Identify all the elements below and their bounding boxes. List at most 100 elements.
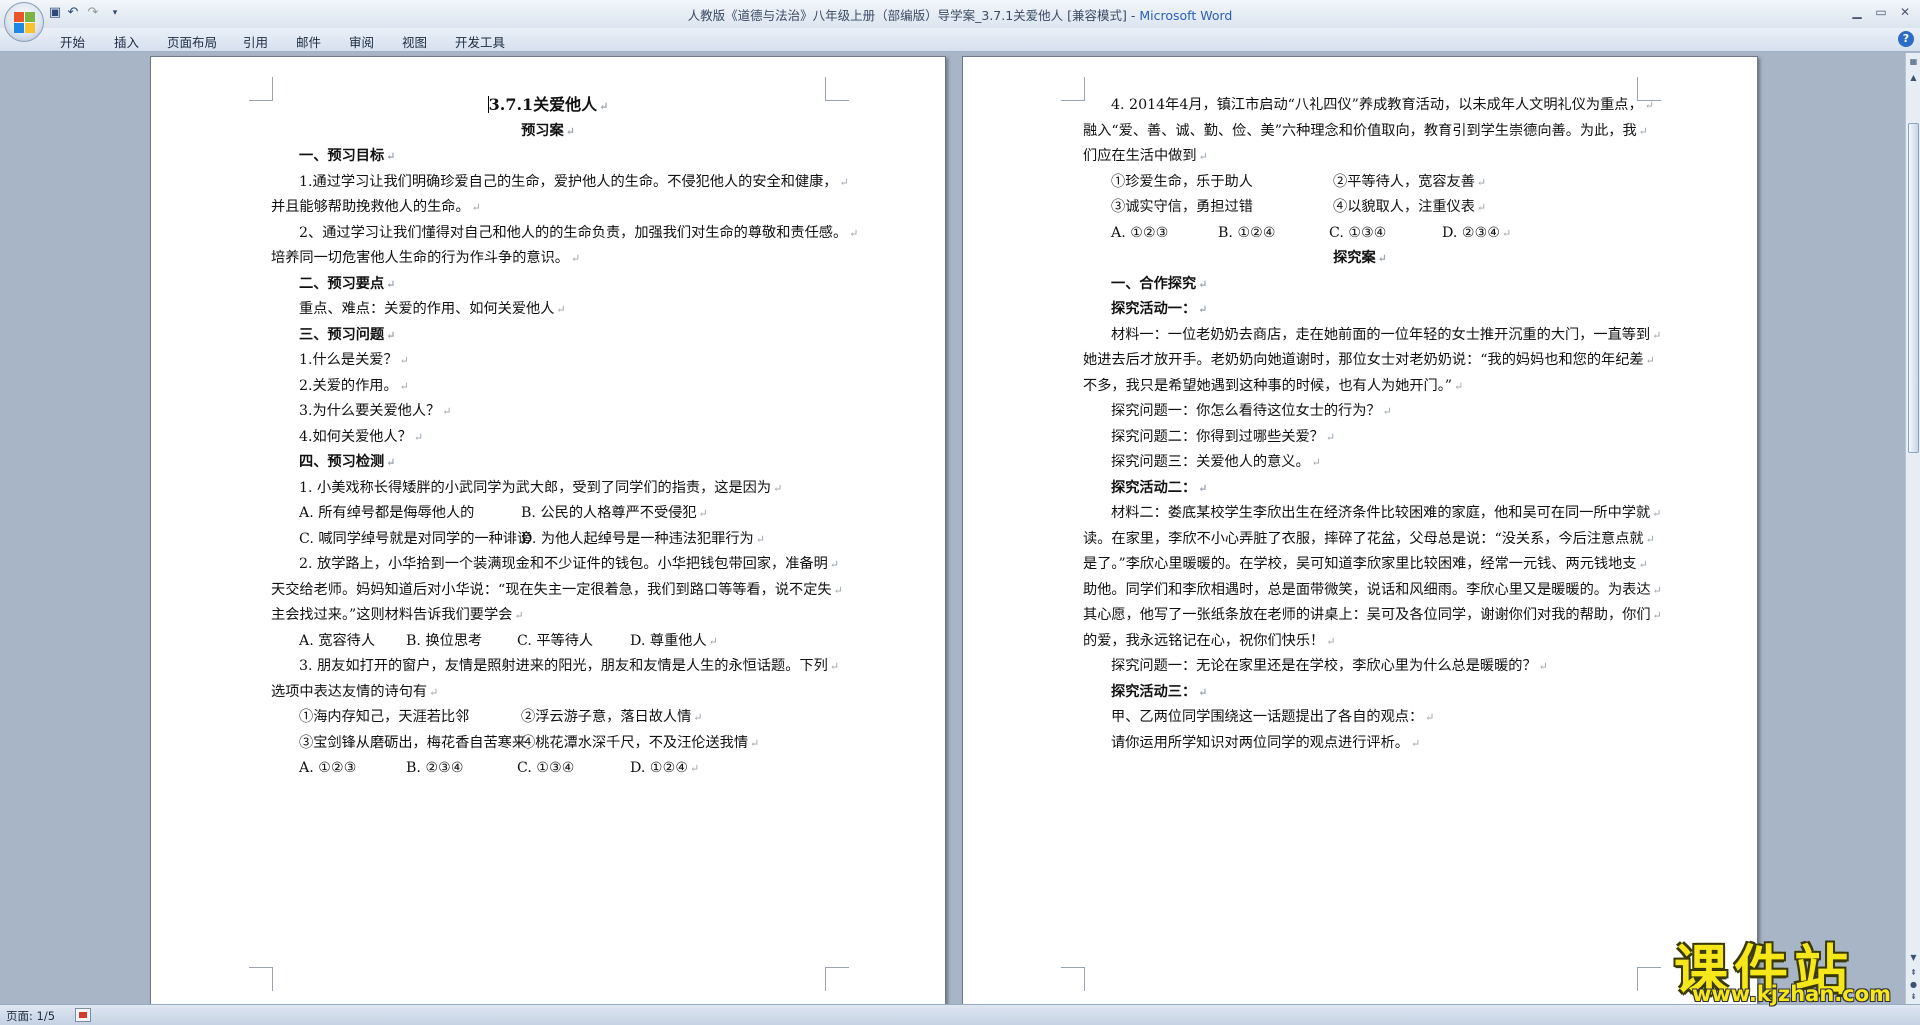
text-line: 3. 朋友如打开的窗户，友情是照射进来的阳光，朋友和友情是人生的永恒话题。下列 ↵	[299, 657, 839, 676]
document-page-1[interactable]: 3.7.1关爱他人 ↵ 预习案 ↵ 一、预习目标 ↵ 1.通过学习让我们明确珍爱自己的生命，…	[150, 56, 946, 1004]
line-text: 3. 朋友如打开的窗户，友情是照射进来的阳光，朋友和友情是人生的永恒话题。下列	[299, 658, 828, 674]
text-line: 4. 2014年4月，镇江市启动“八礼四仪”养成教育活动，以未成年人文明礼仪为重…	[1111, 96, 1654, 115]
paragraph-mark: ↵	[514, 609, 524, 622]
paragraph-mark: ↵	[1502, 226, 1512, 240]
line-text: 探究案	[1333, 250, 1376, 266]
paragraph-mark: ↵	[1198, 150, 1208, 163]
text-line: 其心愿，他写了一张纸条放在老师的讲桌上：吴可及各位同学，谢谢你们对我的帮助，你们…	[1083, 606, 1662, 625]
section-heading: 探究活动三： ↵	[1111, 683, 1207, 702]
tab-insert[interactable]: 插入	[114, 32, 139, 51]
close-icon[interactable]: ✕	[1894, 3, 1916, 21]
paragraph-mark: ↵	[1198, 277, 1208, 291]
text-line: 重点、难点：关爱的作用、如何关爱他人 ↵	[299, 300, 566, 319]
line-text: 二、预习要点	[299, 275, 385, 292]
option-label: B. ②③④	[406, 760, 464, 776]
section-heading: 探究活动二： ↵	[1111, 479, 1207, 498]
paragraph-mark: ↵	[442, 405, 452, 418]
text-line: 融入“爱、善、诚、勤、俭、美”六种理念和价值取向，教育引到学生崇德向善。为此，我…	[1083, 122, 1648, 141]
option-label: B. ①②④	[1218, 224, 1276, 241]
text-line: 1.什么是关爱？ ↵	[299, 351, 409, 370]
line-text: 探究问题一：你怎么看待这位女士的行为？	[1111, 403, 1381, 419]
line-text: 探究问题二：你得到过哪些关爱？	[1111, 428, 1324, 445]
tab-references[interactable]: 引用	[243, 32, 268, 51]
tab-review[interactable]: 审阅	[349, 32, 374, 51]
paragraph-mark: ↵	[1638, 558, 1648, 571]
option-text: C. 平等待人	[517, 632, 593, 650]
site-watermark: 课件站 www.kjzhan.com	[1670, 926, 1920, 1006]
paragraph-mark: ↵	[399, 379, 409, 393]
paragraph-mark: ↵	[1198, 685, 1208, 699]
paragraph-mark: ↵	[1198, 481, 1208, 495]
minimize-icon[interactable]: ▁	[1846, 3, 1868, 21]
line-text: 1.通过学习让我们明确珍爱自己的生命，爱护他人的生命。不侵犯他人的安全和健康，	[299, 173, 838, 190]
paragraph-mark: ↵	[1538, 660, 1548, 673]
option-label: ①海内存知己，天涯若比邻	[299, 709, 470, 725]
line-text: 其心愿，他写了一张纸条放在老师的讲桌上：吴可及各位同学，谢谢你们对我的帮助，你们	[1083, 607, 1651, 623]
document-area[interactable]: 3.7.1关爱他人 ↵ 预习案 ↵ 一、预习目标 ↵ 1.通过学习让我们明确珍爱自己的生命，…	[0, 53, 1905, 1004]
tab-view[interactable]: 视图	[402, 32, 427, 51]
ruler-toggle-icon[interactable]: ▦	[1907, 55, 1920, 68]
maximize-icon[interactable]: ▭	[1870, 3, 1892, 21]
text-line: 甲、乙两位同学围绕这一话题提出了各自的观点： ↵	[1111, 708, 1434, 727]
section-title: 探究案 ↵	[963, 249, 1757, 268]
paragraph-mark: ↵	[1410, 736, 1421, 750]
line-text: 1.什么是关爱？	[299, 352, 398, 368]
scrollbar-thumb[interactable]	[1908, 123, 1919, 453]
option-label: ①珍爱生命，乐于助人	[1111, 173, 1253, 190]
crop-mark	[1061, 967, 1085, 991]
line-text: 选项中表达友情的诗句有	[271, 683, 428, 700]
paragraph-mark: ↵	[693, 711, 703, 724]
paragraph-mark: ↵	[1644, 99, 1654, 112]
option-text: D. 尊重他人 ↵	[630, 632, 718, 651]
option-text: B. 公民的人格尊严不受侵犯 ↵	[521, 504, 708, 523]
option-text: A. 宽容待人	[299, 632, 375, 650]
line-text: 探究活动三：	[1111, 683, 1197, 700]
option-text: C. ①③④	[1329, 224, 1387, 242]
text-line: 主会找过来。”这则材料告诉我们要学会 ↵	[271, 606, 524, 625]
option-text: A. 所有绰号都是侮辱他人的	[299, 504, 474, 522]
tab-developer[interactable]: 开发工具	[455, 32, 505, 51]
line-text: 们应在生活中做到	[1083, 148, 1197, 164]
vertical-scrollbar[interactable]: ▦ ▲ ▼ ⇞ ● ⇟	[1905, 53, 1920, 1004]
option-text: D. ②③④ ↵	[1442, 224, 1511, 243]
text-line: 材料一：一位老奶奶去商店，走在她前面的一位年轻的女士推开沉重的大门，一直等到 ↵	[1111, 326, 1661, 345]
text-line: 助他。同学们和李欣相遇时，总是面带微笑，说话和风细雨。李欣心里又是暖暖的。为表达…	[1083, 581, 1662, 600]
document-title: 3.7.1关爱他人 ↵	[151, 96, 945, 116]
page-indicator[interactable]: 页面: 1/5	[6, 1008, 55, 1024]
option-label: ②平等待人，宽容友善	[1333, 173, 1475, 190]
option-text: A. ①②③	[299, 759, 356, 777]
paragraph-mark: ↵	[829, 558, 840, 571]
help-icon[interactable]: ?	[1898, 31, 1914, 47]
tab-mailings[interactable]: 邮件	[296, 32, 321, 51]
paragraph-mark: ↵	[839, 175, 849, 189]
paragraph-mark: ↵	[1326, 634, 1336, 648]
paragraph-mark: ↵	[399, 354, 409, 367]
text-line: 她进去后才放开手。老奶奶向她道谢时，那位女士对老奶奶说：“我的妈妈也和您的年纪差…	[1083, 351, 1655, 370]
paragraph-mark: ↵	[1476, 201, 1487, 214]
option-text: D. 为他人起绰号是一种违法犯罪行为 ↵	[521, 530, 765, 549]
option-label: A. 宽容待人	[299, 632, 376, 649]
line-text: 融入“爱、善、诚、勤、俭、美”六种理念和价值取向，教育引到学生崇德向善。为此，我	[1083, 122, 1637, 139]
document-page-2[interactable]: 4. 2014年4月，镇江市启动“八礼四仪”养成教育活动，以未成年人文明礼仪为重…	[962, 56, 1758, 1004]
option-text: B. 换位思考	[406, 632, 482, 650]
paragraph-mark: ↵	[1425, 711, 1435, 724]
paragraph-mark: ↵	[1652, 328, 1662, 342]
paragraph-mark: ↵	[556, 303, 566, 316]
macro-record-icon[interactable]	[75, 1008, 91, 1022]
paragraph-mark: ↵	[1476, 175, 1487, 189]
option-label: D. ①②④	[630, 760, 689, 776]
section-heading: 四、预习检测 ↵	[299, 453, 395, 472]
tab-page-layout[interactable]: 页面布局	[167, 32, 217, 51]
line-text: 培养同一切危害他人生命的行为作斗争的意识。	[271, 250, 569, 266]
text-line: 1. 小美戏称长得矮胖的小武同学为武大郎，受到了同学们的指责，这是因为 ↵	[299, 479, 782, 498]
paragraph-mark: ↵	[1454, 379, 1464, 393]
scroll-up-icon[interactable]: ▲	[1907, 71, 1920, 84]
text-line: 并且能够帮助挽救他人的生命。 ↵	[271, 198, 481, 217]
office-button[interactable]	[4, 2, 44, 42]
text-line: 读。在家里，李欣不小心弄脏了衣服，摔碎了花盆，父母总是说：“没关系，今后注意点就…	[1083, 530, 1655, 549]
tab-home[interactable]: 开始	[60, 32, 85, 51]
paragraph-mark: ↵	[849, 226, 859, 240]
paragraph-mark: ↵	[1377, 252, 1387, 265]
text-line: 培养同一切危害他人生命的行为作斗争的意识。 ↵	[271, 249, 580, 268]
paragraph-mark: ↵	[1645, 532, 1655, 546]
